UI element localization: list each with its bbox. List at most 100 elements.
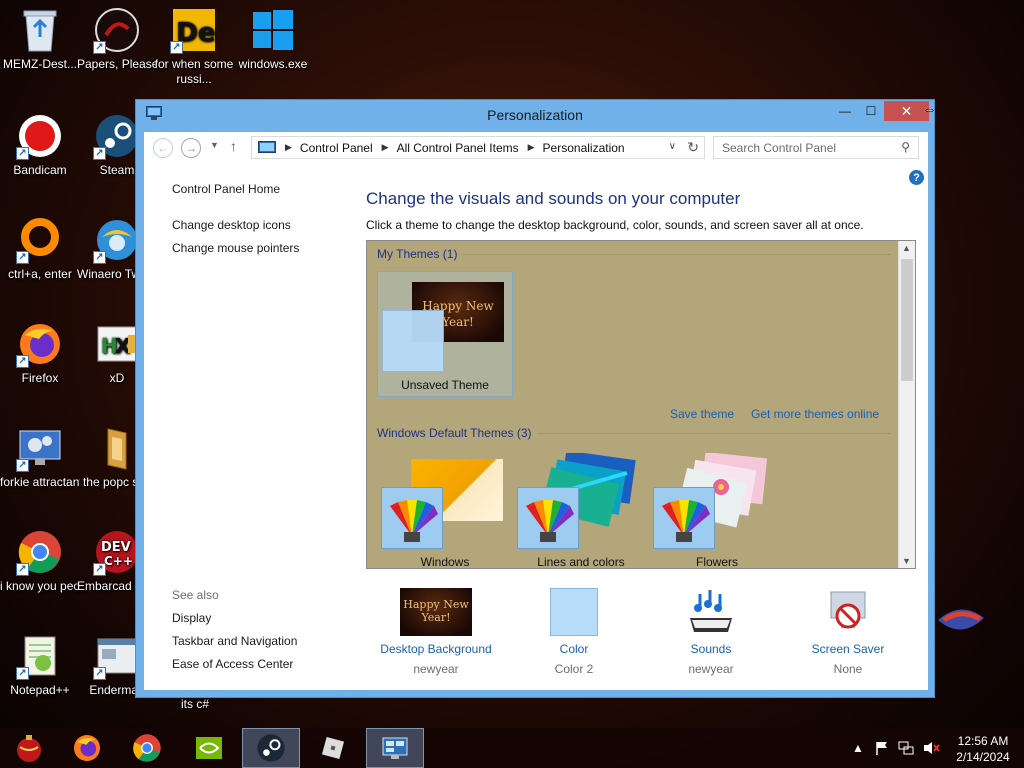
shortcut-arrow-icon: ↗ — [93, 563, 106, 576]
desktop-icon-firefox[interactable]: ↗ Firefox — [0, 320, 80, 386]
screen-saver-link[interactable]: Screen Saver — [778, 642, 918, 656]
color-link[interactable]: Color — [504, 642, 644, 656]
palette-icon — [517, 487, 579, 549]
sounds-icon — [686, 588, 736, 636]
get-more-themes-link[interactable]: Get more themes online — [751, 407, 879, 421]
clock[interactable]: 12:56 AM 2/14/2024 — [950, 733, 1016, 765]
desktop-icon-for-when-some-russi[interactable]: De ↗ for when some russi... — [154, 6, 234, 87]
nvidia-icon — [196, 737, 222, 759]
ring-icon: ↗ — [16, 216, 64, 264]
theme-windows[interactable]: Windows — [377, 449, 513, 569]
theme-unsaved[interactable]: Happy New Year! Unsaved Theme — [377, 271, 513, 397]
shortcut-arrow-icon: ↗ — [93, 667, 106, 680]
see-also-heading: See also — [172, 588, 219, 602]
screen-saver-item[interactable]: Screen Saver None — [778, 588, 918, 676]
desktop-icon-label: its c# — [180, 697, 209, 711]
display-link[interactable]: Display — [172, 611, 211, 625]
default-themes-heading: Windows Default Themes (3) — [377, 426, 532, 440]
winaero-tweaker-icon: ↗ — [93, 216, 141, 264]
network-icon[interactable] — [898, 728, 914, 768]
desktop-icon-its-c-sharp[interactable]: its c# — [155, 697, 235, 712]
color-item[interactable]: Color Color 2 — [504, 588, 644, 676]
dev-cpp-icon: DEV C++ ↗ — [93, 528, 141, 576]
up-button[interactable]: ↑ — [230, 138, 237, 154]
papers-please-icon: ↗ — [93, 6, 141, 54]
recent-locations-dropdown[interactable]: ▼ — [210, 140, 219, 150]
desktop-icon-label: Papers, Please — [77, 57, 157, 71]
action-center-flag-icon[interactable] — [874, 728, 890, 768]
scrollbar-thumb[interactable] — [901, 259, 913, 381]
breadcrumb-control-panel[interactable]: ▶ Control Panel — [285, 141, 373, 155]
path-box[interactable]: ▶ Control Panel ▶ All Control Panel Items … — [251, 136, 705, 159]
forward-button[interactable]: → — [181, 138, 201, 158]
change-desktop-icons-link[interactable]: Change desktop icons — [172, 218, 291, 232]
desktop-icon-notepad-plus-plus[interactable]: ↗ Notepad++ — [0, 632, 80, 698]
maximize-button[interactable]: ☐ — [858, 101, 884, 121]
theme-name: Windows — [420, 555, 470, 569]
save-theme-link[interactable]: Save theme — [670, 407, 734, 421]
chevron-right-icon: ▶ — [527, 142, 535, 152]
theme-lines-and-colors[interactable]: Lines and colors — [513, 449, 649, 568]
themes-scrollbar[interactable]: ▲ ▼ — [898, 241, 915, 568]
help-icon[interactable]: ? — [909, 170, 924, 185]
taskbar-ornament-app[interactable] — [0, 728, 58, 768]
search-icon[interactable]: ⚲ — [901, 140, 910, 154]
desktop-background-value: newyear — [413, 662, 459, 676]
taskbar-nvidia[interactable] — [180, 728, 238, 768]
taskbar-chrome[interactable] — [118, 728, 176, 768]
clock-time: 12:56 AM — [957, 734, 1009, 748]
desktop-icon-bandicam[interactable]: ↗ Bandicam — [0, 112, 80, 178]
screen-saver-icon — [823, 588, 873, 636]
desktop-icon-label: Bandicam — [13, 163, 67, 177]
windows-logo-icon — [249, 6, 297, 54]
desktop-background-link[interactable]: Desktop Background — [366, 642, 506, 656]
steam-icon — [257, 734, 285, 762]
desktop-background-item[interactable]: Happy New Year! Desktop Background newye… — [366, 588, 506, 676]
taskbar-navigation-link[interactable]: Taskbar and Navigation — [172, 634, 297, 648]
shortcut-arrow-icon: ↗ — [16, 563, 29, 576]
shortcut-arrow-icon: ↗ — [16, 459, 29, 472]
taskbar-control-panel[interactable] — [366, 728, 424, 768]
notepad-plus-plus-icon: ↗ — [16, 632, 64, 680]
volume-muted-icon[interactable] — [922, 728, 940, 768]
sounds-link[interactable]: Sounds — [641, 642, 781, 656]
back-button[interactable]: ← — [153, 138, 173, 158]
desktop-icon-windows-exe[interactable]: windows.exe — [233, 6, 313, 72]
settings-monitor-icon: ↗ — [16, 424, 64, 472]
refresh-icon[interactable]: ↻ — [687, 139, 699, 156]
desktop-background-thumbnail: Happy New Year! — [400, 588, 472, 636]
taskbar-firefox[interactable] — [58, 728, 116, 768]
taskbar-steam[interactable] — [242, 728, 300, 768]
taskbar-roblox[interactable] — [304, 728, 362, 768]
scroll-up-icon[interactable]: ▲ — [902, 243, 911, 253]
breadcrumb-all-items[interactable]: ▶ All Control Panel Items — [382, 141, 519, 155]
minimize-button[interactable]: — — [832, 101, 858, 121]
content-area: Control Panel Home Change desktop icons … — [144, 164, 928, 690]
title-bar[interactable]: Personalization — ☐ ✕ — [136, 100, 934, 130]
steam-icon: ↗ — [93, 112, 141, 160]
desktop-icon-chrome-people[interactable]: ↗ i know you people we... — [0, 528, 80, 594]
chevron-down-icon[interactable]: ∨ — [669, 141, 676, 152]
desktop-icon-label: Firefox — [21, 371, 59, 385]
desktop-icon-ctrl-a-enter[interactable]: ↗ ctrl+a, enter — [0, 216, 80, 282]
desktop-icon-papers-please[interactable]: ↗ Papers, Please — [77, 6, 157, 72]
taskbar: ▲ 12:56 AM 2/14/2024 — [0, 728, 1024, 768]
page-title: Change the visuals and sounds on your co… — [366, 189, 741, 208]
shortcut-arrow-icon: ↗ — [16, 147, 29, 160]
theme-name: Unsaved Theme — [401, 378, 489, 392]
color-swatch — [382, 310, 444, 372]
control-panel-home-link[interactable]: Control Panel Home — [172, 182, 280, 196]
scroll-down-icon[interactable]: ▼ — [902, 556, 911, 566]
theme-flowers[interactable]: Flowers — [649, 449, 785, 568]
show-hidden-icons-button[interactable]: ▲ — [852, 728, 864, 768]
divider — [463, 254, 891, 255]
desktop-icon-forkie-attractant[interactable]: ↗ forkie attractant — [0, 424, 80, 490]
desktop-icon-memz[interactable]: MEMZ-Dest... — [0, 6, 80, 72]
change-mouse-pointers-link[interactable]: Change mouse pointers — [172, 241, 299, 255]
desktop-icon-label: windows.exe — [238, 57, 308, 71]
desktop-background-thumb-text: Happy New Year! — [403, 598, 469, 624]
search-input[interactable]: Search Control Panel ⚲ — [713, 136, 919, 159]
ease-of-access-link[interactable]: Ease of Access Center — [172, 657, 293, 671]
breadcrumb-personalization[interactable]: ▶ Personalization — [528, 141, 625, 155]
sounds-item[interactable]: Sounds newyear — [641, 588, 781, 676]
